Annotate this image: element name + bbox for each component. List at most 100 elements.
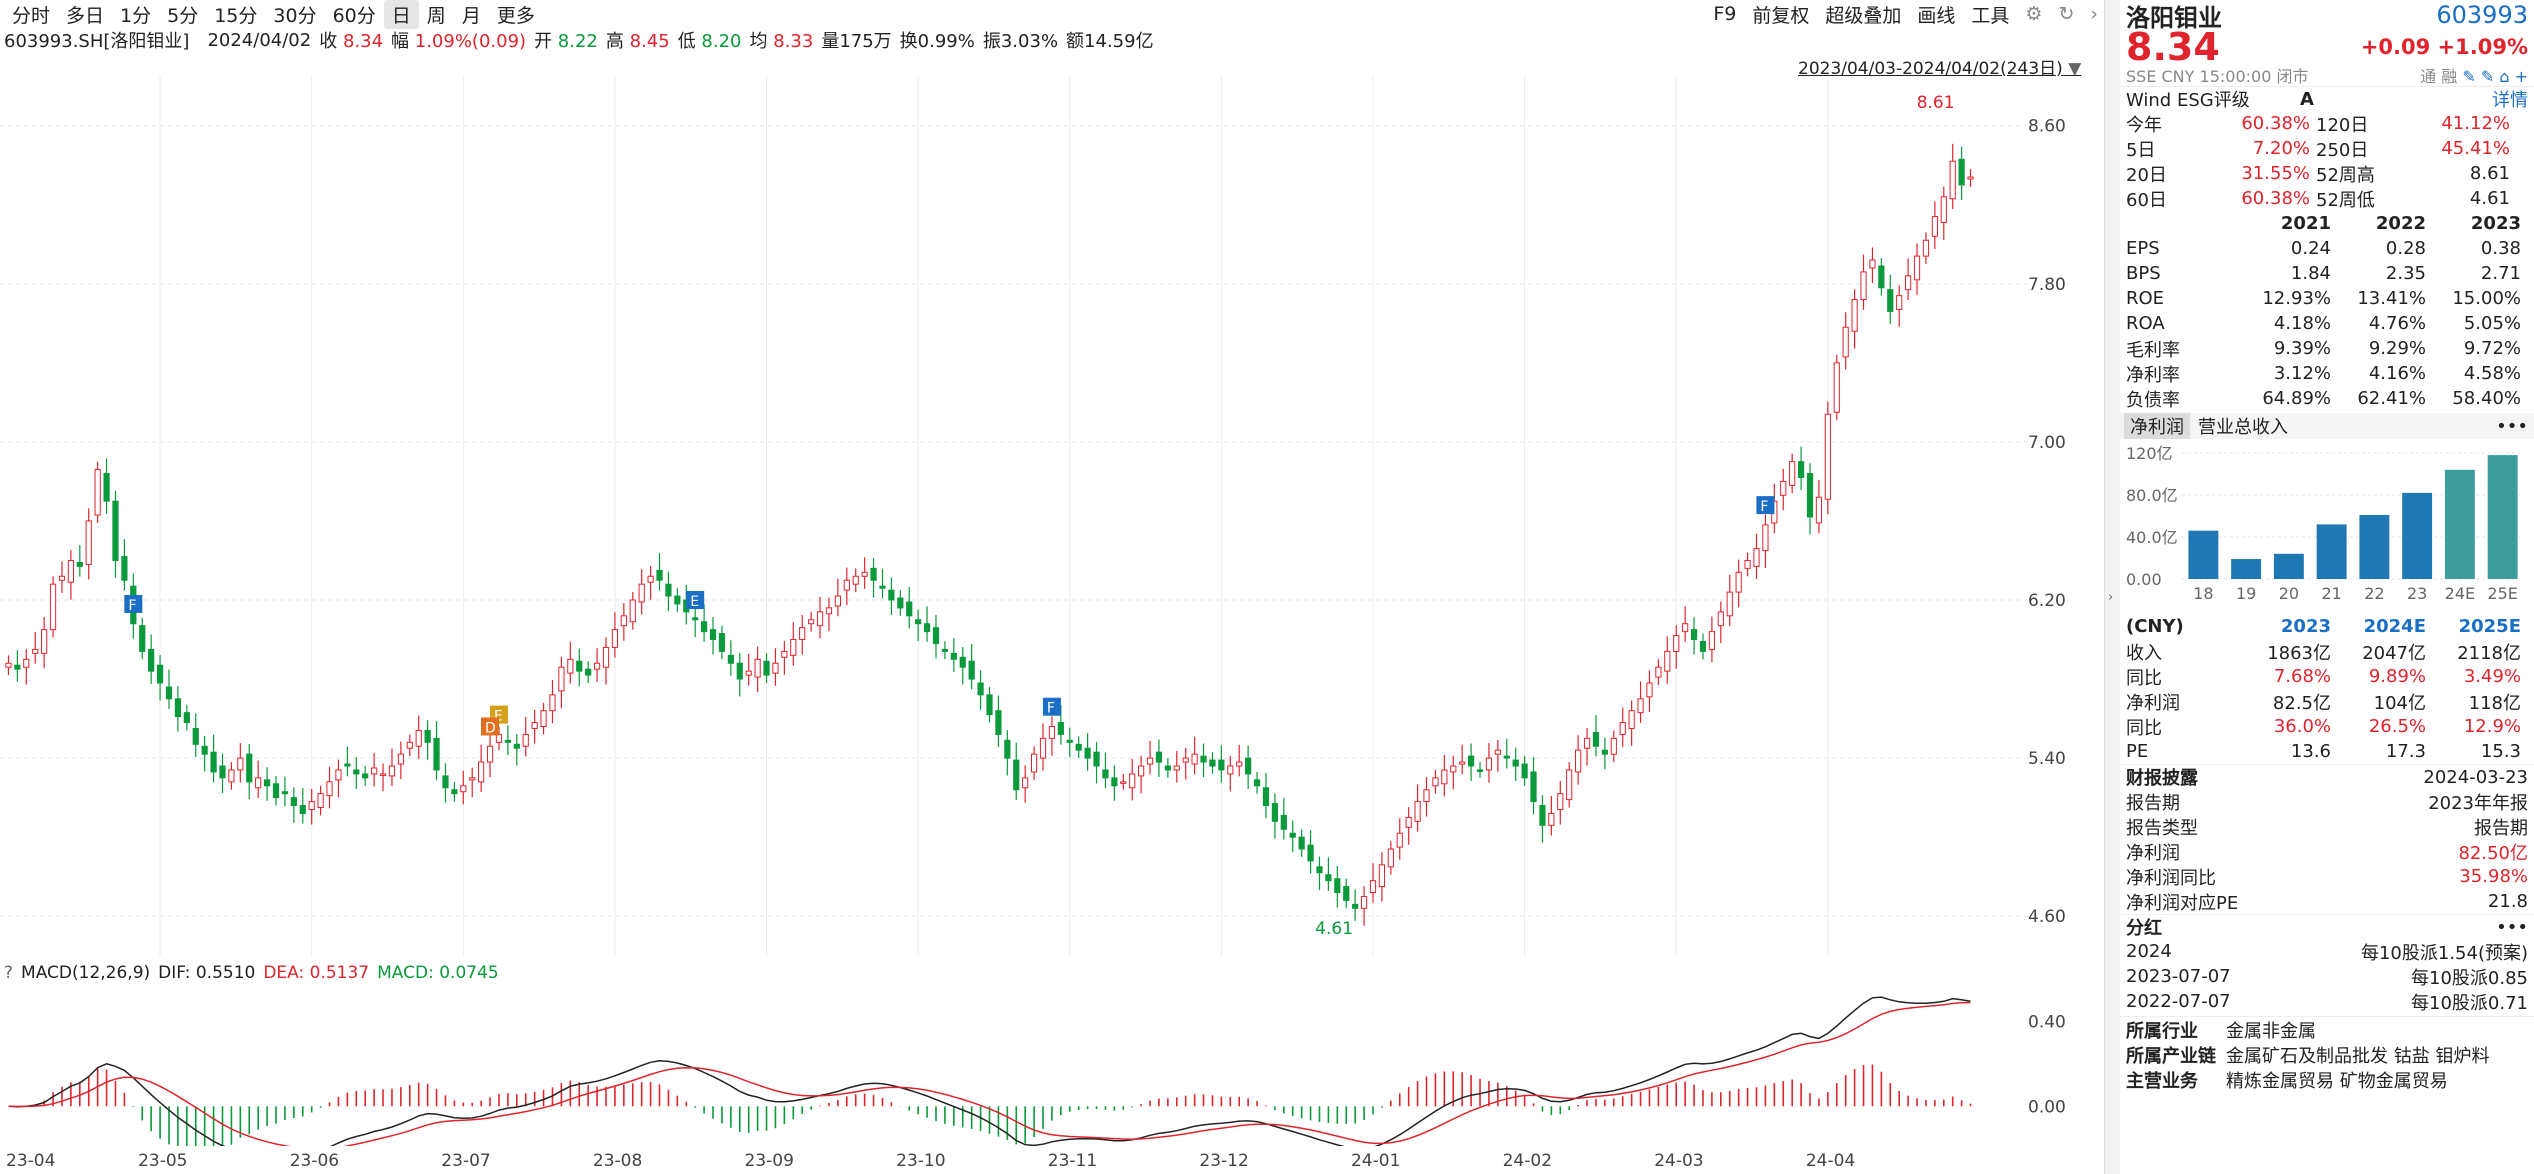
- candle[interactable]: [1708, 631, 1716, 650]
- candle[interactable]: [647, 575, 654, 583]
- candle[interactable]: [1155, 751, 1163, 763]
- candle[interactable]: [1387, 848, 1394, 868]
- candle[interactable]: [442, 775, 449, 789]
- candle[interactable]: [1396, 832, 1403, 848]
- candle[interactable]: [415, 729, 422, 747]
- candle[interactable]: [1958, 158, 1965, 186]
- period-tab-0[interactable]: 分时: [4, 0, 58, 29]
- candle[interactable]: [1637, 698, 1644, 714]
- candle[interactable]: [1887, 289, 1894, 312]
- candle[interactable]: [379, 773, 387, 776]
- candle[interactable]: [1378, 864, 1386, 888]
- event-marker[interactable]: D: [481, 717, 500, 736]
- candle[interactable]: [1227, 765, 1234, 775]
- candle[interactable]: [915, 619, 922, 625]
- candle[interactable]: [495, 733, 503, 743]
- candle[interactable]: [41, 629, 48, 654]
- candle[interactable]: [406, 741, 413, 749]
- business-value[interactable]: 精炼金属贸易 矿物金属贸易: [2226, 1067, 2448, 1093]
- candle[interactable]: [1967, 176, 1974, 180]
- candle[interactable]: [825, 607, 833, 615]
- candle[interactable]: [1673, 635, 1680, 652]
- candle[interactable]: [263, 779, 271, 787]
- candle[interactable]: [1352, 903, 1359, 909]
- candle[interactable]: [1780, 480, 1787, 496]
- candle[interactable]: [1592, 731, 1600, 747]
- candle[interactable]: [1485, 757, 1493, 771]
- candle[interactable]: [1450, 765, 1457, 773]
- help-icon[interactable]: ?: [4, 963, 13, 983]
- candle[interactable]: [816, 611, 824, 627]
- candle[interactable]: [1949, 160, 1956, 200]
- candle[interactable]: [1057, 722, 1064, 735]
- candle[interactable]: [522, 733, 529, 747]
- candle[interactable]: [1030, 753, 1038, 773]
- industry-value[interactable]: 金属非金属: [2226, 1017, 2316, 1043]
- candle[interactable]: [727, 654, 734, 664]
- event-marker[interactable]: F: [124, 594, 143, 614]
- candle[interactable]: [1459, 761, 1466, 765]
- profit-bar[interactable]: [2273, 553, 2304, 579]
- candle[interactable]: [1494, 749, 1501, 755]
- candle[interactable]: [1655, 666, 1662, 678]
- candle[interactable]: [112, 500, 119, 561]
- candle[interactable]: [1414, 801, 1421, 822]
- refresh-icon[interactable]: ↻: [2058, 3, 2074, 25]
- candle[interactable]: [371, 767, 378, 775]
- candle[interactable]: [1325, 874, 1332, 882]
- candle[interactable]: [701, 621, 708, 633]
- candle[interactable]: [986, 694, 993, 716]
- candle[interactable]: [299, 805, 306, 814]
- candle[interactable]: [1405, 816, 1412, 828]
- candle[interactable]: [504, 739, 511, 743]
- candle[interactable]: [5, 662, 12, 668]
- candle[interactable]: [1146, 757, 1154, 765]
- candle[interactable]: [1307, 844, 1314, 862]
- candle[interactable]: [754, 658, 761, 678]
- candle[interactable]: [1878, 265, 1885, 289]
- period-tab-1[interactable]: 多日: [58, 0, 112, 29]
- candle[interactable]: [1682, 623, 1689, 633]
- candle[interactable]: [1120, 781, 1127, 784]
- candle[interactable]: [49, 583, 57, 631]
- esg-detail-link[interactable]: 详情: [2420, 86, 2528, 112]
- candle[interactable]: [1548, 812, 1555, 826]
- candle[interactable]: [1093, 751, 1100, 767]
- candle[interactable]: [1013, 759, 1020, 791]
- period-tab-10[interactable]: 更多: [489, 0, 543, 29]
- candle[interactable]: [540, 710, 547, 727]
- candle[interactable]: [1735, 571, 1742, 593]
- candle[interactable]: [1619, 722, 1626, 735]
- candle[interactable]: [1369, 880, 1377, 894]
- candle[interactable]: [736, 662, 743, 680]
- adjust-button[interactable]: 前复权: [1752, 1, 1809, 28]
- candle[interactable]: [1521, 763, 1528, 779]
- candle[interactable]: [478, 761, 485, 783]
- candle[interactable]: [585, 668, 592, 676]
- candle[interactable]: [192, 727, 199, 745]
- candle[interactable]: [959, 656, 966, 668]
- candle[interactable]: [692, 617, 699, 621]
- candle[interactable]: [665, 583, 672, 597]
- candle[interactable]: [469, 777, 476, 781]
- chain-value[interactable]: 金属矿石及制品批发 钴盐 钼炉料: [2226, 1042, 2489, 1068]
- candle[interactable]: [861, 571, 868, 577]
- candle[interactable]: [85, 520, 92, 565]
- candle[interactable]: [388, 765, 396, 777]
- candle[interactable]: [165, 686, 173, 700]
- overlay-button[interactable]: 超级叠加: [1825, 1, 1901, 28]
- candle[interactable]: [843, 579, 850, 591]
- candle[interactable]: [1530, 771, 1537, 803]
- candle[interactable]: [1084, 747, 1091, 759]
- period-tab-9[interactable]: 月: [454, 0, 489, 29]
- candle[interactable]: [1717, 611, 1724, 627]
- tab-net-profit[interactable]: 净利润: [2124, 413, 2190, 439]
- candle[interactable]: [362, 773, 369, 779]
- candle[interactable]: [852, 575, 859, 585]
- period-tab-2[interactable]: 1分: [112, 0, 159, 29]
- period-tab-4[interactable]: 15分: [206, 0, 265, 29]
- candle[interactable]: [1931, 216, 1938, 237]
- profit-bar[interactable]: [2359, 514, 2390, 579]
- candle[interactable]: [237, 757, 244, 771]
- candle[interactable]: [1200, 755, 1207, 763]
